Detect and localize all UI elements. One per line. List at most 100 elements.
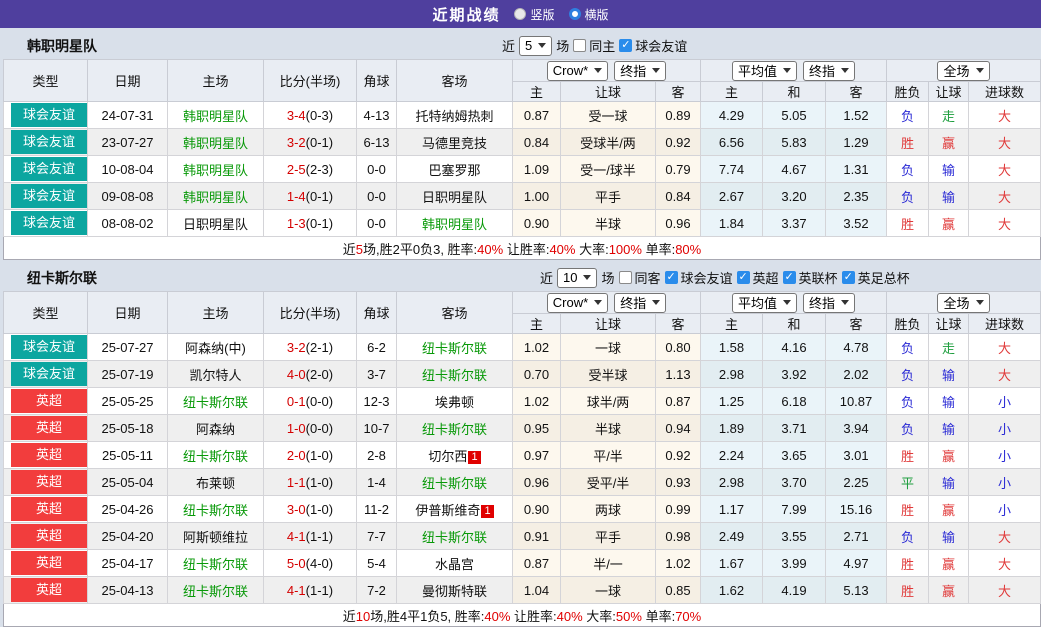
same-venue-checkbox[interactable]: [573, 39, 586, 52]
result-winloss: 负: [887, 156, 929, 183]
result-handicap-value: 输: [942, 476, 955, 491]
match-type-badge: 球会友谊: [11, 103, 87, 127]
score-cell: 5-0(4-0): [264, 550, 357, 577]
result-goals-value: 小: [998, 395, 1011, 410]
column-header: 日期: [88, 60, 168, 102]
corner-score: 4-13: [357, 102, 397, 129]
crow-odds-select-value: Crow*: [553, 63, 588, 78]
away-team-cell: 纽卡斯尔联: [397, 334, 513, 361]
match-type-cell: 球会友谊: [4, 129, 88, 156]
chevron-down-icon: [841, 300, 849, 305]
sub-column-header: 客: [656, 82, 701, 102]
result-winloss: 胜: [887, 577, 929, 604]
final-index-select[interactable]: 终指: [614, 61, 666, 81]
recent-count-select[interactable]: 5: [519, 36, 552, 56]
league-filter-checkbox-1[interactable]: [665, 271, 678, 284]
result-goals-value: 大: [998, 136, 1011, 151]
league-filter-checkbox-3[interactable]: [783, 271, 796, 284]
league-filter-checkbox-4[interactable]: [842, 271, 855, 284]
summary-cell: 近5场,胜2平0负3, 胜率:40% 让胜率:40% 大率:100% 单率:80…: [4, 237, 1041, 260]
result-winloss: 负: [887, 183, 929, 210]
tables-area: 韩职明星队近5场同主球会友谊类型日期主场比分(半场)角球客场Crow*终指平均值…: [0, 32, 1041, 627]
recent-count-select[interactable]: 10: [557, 268, 597, 288]
chevron-down-icon: [841, 68, 849, 73]
summary-segment: 单率:: [642, 242, 675, 257]
corner-score: 1-4: [357, 469, 397, 496]
away-team: 韩职明星队: [422, 217, 487, 232]
half-time-score: (0-0): [306, 421, 333, 436]
avg-away-odds: 1.52: [826, 102, 887, 129]
full-time-score: 4-1: [287, 583, 306, 598]
home-team-cell: 布莱顿: [168, 469, 264, 496]
home-team-cell: 韩职明星队: [168, 183, 264, 210]
summary-segment: 40%: [484, 609, 510, 624]
handicap-home-odds: 0.97: [513, 442, 561, 469]
match-filters: 近10场同客球会友谊英超英联杯英足总杯: [540, 264, 910, 291]
full-time-score: 0-1: [287, 394, 306, 409]
result-goals: 大: [969, 577, 1041, 604]
final-index-select[interactable]: 终指: [803, 293, 855, 313]
away-team-cell: 伊普斯维奇1: [397, 496, 513, 523]
match-type-cell: 球会友谊: [4, 361, 88, 388]
summary-segment: 40%: [549, 242, 575, 257]
layout-radio-option-0[interactable]: 竖版: [514, 6, 554, 23]
team-recent-matches-table: 类型日期主场比分(半场)角球客场Crow*终指平均值终指全场主让球客主和客胜负让…: [3, 291, 1041, 627]
match-date: 25-04-20: [88, 523, 168, 550]
home-team-cell: 阿森纳: [168, 415, 264, 442]
result-winloss: 胜: [887, 129, 929, 156]
result-winloss: 胜: [887, 210, 929, 237]
corner-score: 6-13: [357, 129, 397, 156]
handicap-home-odds: 1.04: [513, 577, 561, 604]
handicap-away-odds: 0.89: [656, 102, 701, 129]
league-filter-checkbox-1[interactable]: [619, 39, 632, 52]
result-goals-value: 大: [998, 217, 1011, 232]
same-venue-checkbox[interactable]: [619, 271, 632, 284]
layout-radio-option-1[interactable]: 横版: [569, 6, 609, 23]
avg-away-odds: 2.25: [826, 469, 887, 496]
away-team: 马德里竞技: [422, 136, 487, 151]
half-time-score: (0-0): [306, 394, 333, 409]
crow-odds-select[interactable]: Crow*: [547, 293, 608, 313]
away-team: 巴塞罗那: [428, 163, 480, 178]
avg-draw-odds: 3.92: [763, 361, 826, 388]
final-index-select-value: 终指: [809, 61, 835, 80]
handicap-line: 受平/半: [561, 469, 656, 496]
away-team: 纽卡斯尔联: [422, 341, 487, 356]
match-type-badge: 英超: [11, 578, 87, 602]
match-date: 25-04-13: [88, 577, 168, 604]
header-group-0: Crow* 终指: [513, 292, 701, 314]
result-handicap-value: 输: [942, 530, 955, 545]
final-index-select[interactable]: 终指: [803, 61, 855, 81]
result-winloss-value: 负: [901, 530, 914, 545]
handicap-away-odds: 0.80: [656, 334, 701, 361]
result-winloss: 平: [887, 469, 929, 496]
average-odds-select[interactable]: 平均值: [732, 293, 797, 313]
average-odds-select[interactable]: 平均值: [732, 61, 797, 81]
games-label: 场: [556, 36, 569, 55]
full-match-scope-select[interactable]: 全场: [937, 61, 989, 81]
avg-draw-odds: 4.16: [763, 334, 826, 361]
away-team-cell: 巴塞罗那: [397, 156, 513, 183]
full-time-score: 3-0: [287, 502, 306, 517]
team-section-0: 韩职明星队近5场同主球会友谊类型日期主场比分(半场)角球客场Crow*终指平均值…: [3, 32, 1038, 260]
corner-score: 11-2: [357, 496, 397, 523]
home-team: 纽卡斯尔联: [183, 503, 248, 518]
final-index-select[interactable]: 终指: [614, 293, 666, 313]
recent-label: 近: [540, 268, 553, 287]
result-winloss-value: 负: [901, 163, 914, 178]
away-team: 纽卡斯尔联: [422, 422, 487, 437]
avg-home-odds: 2.98: [701, 469, 763, 496]
match-type-badge: 英超: [11, 443, 87, 467]
avg-away-odds: 3.01: [826, 442, 887, 469]
sub-column-header: 客: [826, 82, 887, 102]
result-winloss-value: 胜: [901, 584, 914, 599]
result-handicap: 输: [929, 183, 969, 210]
full-match-scope-select[interactable]: 全场: [937, 293, 989, 313]
crow-odds-select[interactable]: Crow*: [547, 61, 608, 81]
match-type-cell: 球会友谊: [4, 102, 88, 129]
league-filter-checkbox-2[interactable]: [737, 271, 750, 284]
layout-radio-1[interactable]: [569, 8, 581, 20]
layout-radio-0[interactable]: [514, 8, 526, 20]
league-filter-checkbox-1-label: 球会友谊: [681, 268, 733, 287]
result-winloss: 负: [887, 361, 929, 388]
